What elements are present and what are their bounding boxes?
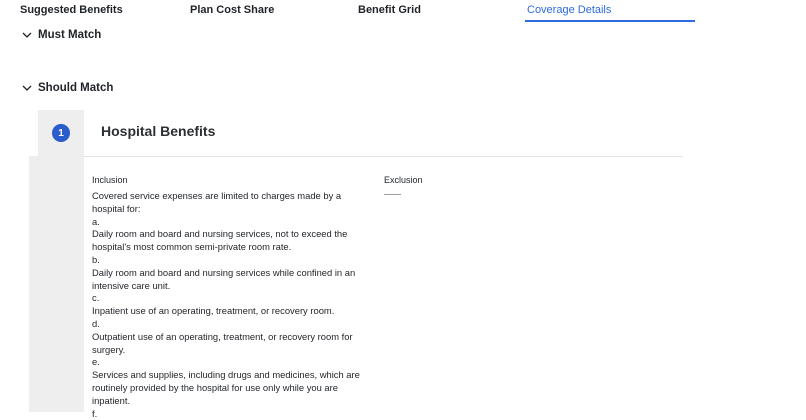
inclusion-line: f. [92, 407, 98, 419]
benefit-title: Hospital Benefits [101, 123, 216, 139]
active-tab-indicator [525, 20, 695, 22]
inclusion-line: c. [92, 292, 100, 304]
tab-suggested-benefits[interactable]: Suggested Benefits [20, 4, 123, 21]
inclusion-line: Covered service expenses are limited to … [92, 190, 342, 214]
benefit-number-block: 1 [38, 110, 84, 156]
benefit-left-rail [29, 156, 84, 412]
exclusion-label: Exclusion [384, 175, 423, 185]
inclusion-line: a. [92, 215, 100, 227]
chevron-down-icon [22, 83, 32, 93]
inclusion-line: Outpatient use of an operating, treatmen… [92, 330, 353, 355]
inclusion-text: Covered service expenses are limited to … [92, 190, 372, 420]
inclusion-line: Services and supplies, including drugs a… [92, 369, 360, 406]
tab-benefit-grid[interactable]: Benefit Grid [358, 4, 421, 21]
benefit-number-badge: 1 [52, 124, 70, 142]
should-match-label: Should Match [38, 82, 114, 94]
inclusion-line: Daily room and board and nursing service… [92, 266, 356, 291]
must-match-label: Must Match [38, 29, 102, 41]
tab-plan-cost-share[interactable]: Plan Cost Share [190, 4, 274, 21]
divider [84, 156, 683, 157]
tab-bar: Suggested Benefits Plan Cost Share Benef… [0, 0, 806, 24]
benefit-card: 1 Hospital Benefits Inclusion Exclusion … [29, 110, 683, 419]
inclusion-label: Inclusion [92, 175, 128, 185]
inclusion-line: Daily room and board and nursing service… [92, 228, 348, 253]
inclusion-line: e. [92, 356, 100, 368]
should-match-section-toggle[interactable]: Should Match [22, 82, 113, 94]
inclusion-line: d. [92, 317, 100, 329]
tab-coverage-details[interactable]: Coverage Details [527, 4, 611, 21]
exclusion-empty-value [384, 194, 401, 195]
chevron-down-icon [22, 30, 32, 40]
inclusion-line: b. [92, 253, 100, 265]
must-match-section-toggle[interactable]: Must Match [22, 29, 101, 41]
inclusion-line: Inpatient use of an operating, treatment… [92, 305, 335, 317]
